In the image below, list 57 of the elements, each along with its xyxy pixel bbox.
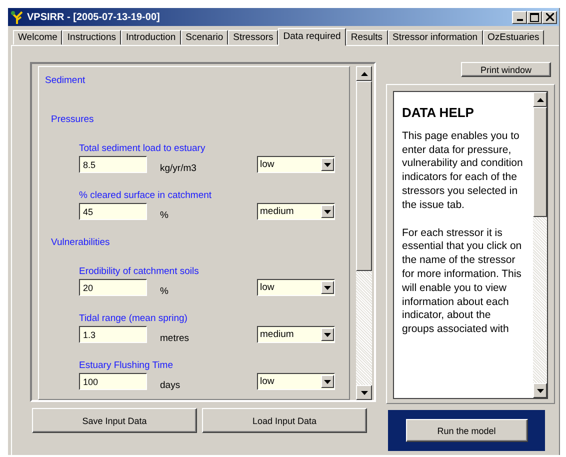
minimize-button[interactable] xyxy=(512,10,527,24)
scroll-up-icon xyxy=(360,72,368,76)
rating-dropdown[interactable]: low xyxy=(257,373,335,390)
dropdown-arrow-icon xyxy=(324,286,331,290)
tab[interactable]: Stressor information xyxy=(388,30,483,45)
rating-dropdown[interactable]: low xyxy=(257,279,335,296)
maximize-button[interactable] xyxy=(527,10,542,24)
run-button[interactable]: Run the model xyxy=(406,419,528,442)
help-paragraph: This page enables you to enter data for pressure, vulnerability and condition indicators for each of the stressors you selected in the issue tab. xyxy=(402,130,523,213)
help-title: DATA HELP xyxy=(402,106,474,120)
print-button[interactable]: Print window xyxy=(461,62,551,77)
close-icon xyxy=(546,13,554,21)
help-paragraph: For each stressor it is essential that you click on the name of the stressor for more information. This will enable you to view information about each indicator, about the groups associated with xyxy=(402,226,523,337)
tab[interactable]: Results xyxy=(346,30,388,45)
field-label: Erodibility of catchment soils xyxy=(79,266,199,277)
tab[interactable]: Stressors xyxy=(228,30,278,45)
field-label: Total sediment load to estuary xyxy=(79,143,206,154)
dropdown-arrow-icon xyxy=(324,332,331,336)
tab[interactable]: Introduction xyxy=(121,30,181,45)
dropdown-arrow-icon xyxy=(324,380,331,384)
unit-label: kg/yr/m3 xyxy=(160,163,198,174)
close-button[interactable] xyxy=(542,10,557,24)
tab[interactable]: Scenario xyxy=(180,30,228,45)
scroll-down-icon xyxy=(360,390,368,394)
unit-label: metres xyxy=(160,333,190,344)
scroll-up-icon xyxy=(536,98,544,102)
window-title: VPSIRR - [2005-07-13-19-00] xyxy=(27,12,161,22)
maximize-icon xyxy=(530,12,539,22)
field-label: Estuary Flushing Time xyxy=(79,360,173,371)
tab[interactable]: Instructions xyxy=(62,30,121,45)
rating-dropdown[interactable]: medium xyxy=(257,326,335,343)
field-label: % cleared surface in catchment xyxy=(79,190,212,201)
dropdown-arrow-icon xyxy=(324,162,331,166)
scroll-down-icon xyxy=(536,388,544,392)
input-field[interactable]: 8.5 xyxy=(79,156,147,173)
tab[interactable]: OzEstuaries xyxy=(482,30,544,45)
action-button[interactable]: Load Input Data xyxy=(202,408,367,433)
input-field[interactable]: 20 xyxy=(79,279,147,296)
rating-dropdown[interactable]: low xyxy=(257,156,335,173)
scrollbar[interactable] xyxy=(533,92,547,398)
unit-label: % xyxy=(160,286,170,297)
rating-dropdown[interactable]: medium xyxy=(257,203,335,220)
action-button[interactable]: Save Input Data xyxy=(32,408,197,433)
field-label: Tidal range (mean spring) xyxy=(79,313,188,324)
unit-label: days xyxy=(160,380,182,391)
input-field[interactable]: 1.3 xyxy=(79,326,147,343)
section-title: Sediment xyxy=(45,75,86,86)
group-title: Pressures xyxy=(51,114,94,125)
scrollbar[interactable] xyxy=(356,66,372,400)
plant-icon xyxy=(10,10,24,24)
dropdown-arrow-icon xyxy=(324,210,331,214)
input-field[interactable]: 100 xyxy=(79,373,147,390)
group-title: Vulnerabilities xyxy=(51,237,110,248)
unit-label: % xyxy=(160,210,170,221)
tab[interactable]: Welcome xyxy=(13,30,62,45)
tab[interactable]: Data required xyxy=(278,28,346,46)
input-field[interactable]: 45 xyxy=(79,203,147,220)
